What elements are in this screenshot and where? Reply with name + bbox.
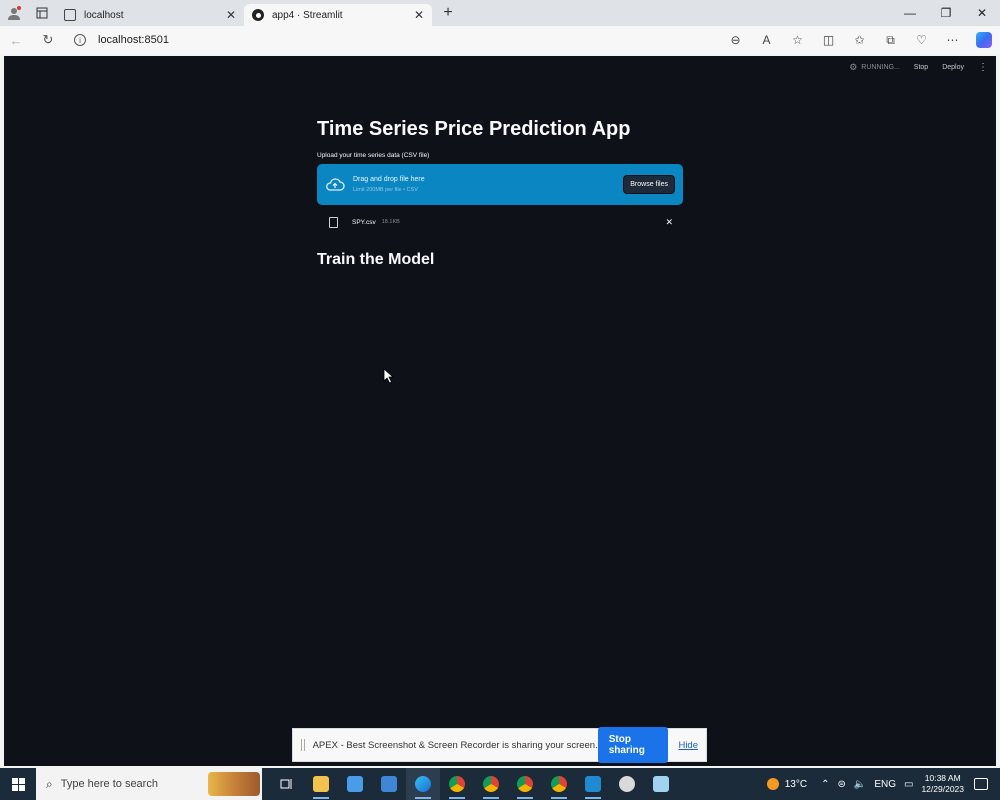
chrome-profile-2-icon[interactable]	[508, 768, 542, 800]
copilot-icon[interactable]	[976, 32, 992, 48]
tab-label: app4 · Streamlit	[272, 9, 343, 21]
deploy-button[interactable]: Deploy	[942, 64, 964, 71]
uploaded-file: SPY.csv 18.1KB ✕	[317, 215, 683, 229]
search-placeholder: Type here to search	[60, 778, 158, 790]
minimize-icon[interactable]: —	[892, 0, 928, 26]
chevron-up-icon[interactable]: ⌃	[821, 779, 829, 790]
clock[interactable]: 10:38 AM 12/29/2023	[921, 773, 964, 795]
task-view-icon[interactable]	[270, 768, 304, 800]
app-toolbar: ⚙ RUNNING... Stop Deploy ⋮	[849, 62, 988, 73]
page-icon	[64, 9, 76, 21]
notepad-icon[interactable]	[644, 768, 678, 800]
app-icon[interactable]	[610, 768, 644, 800]
profile-icon[interactable]	[0, 0, 28, 26]
split-screen-icon[interactable]: ◫	[813, 26, 844, 54]
taskbar: ⌕ Type here to search 13°C ⌃ ⊜ 🔈 ENG ▭ 1…	[0, 768, 1000, 800]
browse-files-button[interactable]: Browse files	[623, 175, 675, 194]
close-tab-icon[interactable]: ✕	[226, 8, 236, 22]
dropzone-limit: Limit 200MB per file • CSV	[353, 187, 418, 193]
chrome-profile-icon[interactable]	[474, 768, 508, 800]
battery-icon[interactable]: ▭	[904, 779, 913, 790]
main-menu-icon[interactable]: ⋮	[978, 62, 988, 73]
search-highlight-image	[208, 772, 260, 796]
page-title: Time Series Price Prediction App	[317, 118, 631, 140]
drag-handle-icon[interactable]	[301, 739, 305, 751]
back-icon[interactable]: ←	[0, 26, 32, 54]
restore-icon[interactable]: ❐	[928, 0, 964, 26]
tab-actions-icon[interactable]	[28, 0, 56, 26]
mail-icon[interactable]	[372, 768, 406, 800]
screen-sharing-bar: APEX - Best Screenshot & Screen Recorder…	[292, 727, 707, 763]
tab-localhost[interactable]: localhost ✕	[56, 4, 244, 26]
mouse-cursor-icon	[383, 368, 395, 384]
cloud-upload-icon	[326, 177, 345, 191]
section-title: Train the Model	[317, 251, 435, 268]
running-status: ⚙ RUNNING...	[849, 62, 900, 73]
language-indicator[interactable]: ENG	[874, 779, 896, 790]
volume-icon[interactable]: 🔈	[854, 779, 866, 790]
favorite-star-icon[interactable]: ☆	[782, 26, 813, 54]
notifications-icon[interactable]	[974, 778, 988, 790]
remove-file-icon[interactable]: ✕	[665, 217, 673, 228]
file-size: 18.1KB	[381, 219, 400, 225]
upload-label: Upload your time series data (CSV file)	[317, 152, 430, 159]
network-icon[interactable]: ⊜	[837, 779, 845, 790]
main-content: Time Series Price Prediction App Upload …	[317, 116, 683, 269]
temperature: 13°C	[784, 778, 808, 790]
stop-button[interactable]: Stop	[914, 64, 928, 71]
hide-link[interactable]: Hide	[678, 740, 698, 751]
sharing-message: APEX - Best Screenshot & Screen Recorder…	[312, 739, 598, 751]
collections-icon[interactable]: ⧉	[875, 26, 906, 54]
weather-widget[interactable]: 13°C	[766, 778, 808, 790]
zoom-icon[interactable]: ⊖	[720, 26, 751, 54]
vscode-icon[interactable]	[576, 768, 610, 800]
search-icon: ⌕	[46, 776, 53, 791]
taskbar-search[interactable]: ⌕ Type here to search	[36, 768, 262, 800]
url-text: localhost:8501	[98, 34, 169, 46]
browser-essentials-icon[interactable]: ♡	[906, 26, 937, 54]
running-label: RUNNING...	[861, 64, 900, 71]
running-icon: ⚙	[849, 62, 858, 72]
dropzone-instruction: Drag and drop file here	[353, 176, 425, 183]
refresh-icon[interactable]: ↻	[32, 26, 64, 54]
file-icon	[329, 216, 338, 228]
favorites-icon[interactable]: ✩	[844, 26, 875, 54]
weather-icon	[766, 778, 779, 790]
streamlit-app: ⚙ RUNNING... Stop Deploy ⋮ Time Series P…	[4, 56, 996, 766]
info-icon[interactable]: i	[74, 34, 86, 46]
stop-sharing-button[interactable]: Stop sharing	[597, 727, 669, 763]
file-name: SPY.csv	[352, 218, 376, 226]
screen: localhost ✕ app4 · Streamlit ✕ + — ❐ ✕ ←…	[0, 0, 1000, 800]
system-tray: ⌃ ⊜ 🔈 ENG ▭	[821, 779, 913, 790]
url-field[interactable]: i localhost:8501	[74, 26, 720, 54]
close-icon[interactable]: ✕	[964, 0, 1000, 26]
clock-time: 10:38 AM	[924, 773, 961, 783]
chrome-icon[interactable]	[440, 768, 474, 800]
chrome-profile-3-icon[interactable]	[542, 768, 576, 800]
windows-start-icon[interactable]	[0, 768, 36, 800]
edge-icon[interactable]	[406, 768, 440, 800]
close-tab-icon[interactable]: ✕	[414, 8, 424, 22]
pinned-apps	[270, 768, 678, 800]
streamlit-icon	[252, 9, 264, 21]
tab-streamlit[interactable]: app4 · Streamlit ✕	[244, 4, 432, 26]
store-icon[interactable]	[338, 768, 372, 800]
plus-icon[interactable]: +	[436, 2, 460, 24]
address-bar: ← ↻ i localhost:8501 ⊖ A ☆ ◫ ✩ ⧉ ♡ ⋯	[0, 26, 1000, 54]
file-explorer-icon[interactable]	[304, 768, 338, 800]
browser-tab-strip: localhost ✕ app4 · Streamlit ✕ + — ❐ ✕	[0, 0, 1000, 26]
more-icon[interactable]: ⋯	[937, 26, 968, 54]
file-dropzone[interactable]: Drag and drop file here Limit 200MB per …	[317, 164, 683, 205]
tab-label: localhost	[84, 9, 124, 21]
read-aloud-icon[interactable]: A	[751, 26, 782, 54]
clock-date: 12/29/2023	[921, 784, 964, 794]
